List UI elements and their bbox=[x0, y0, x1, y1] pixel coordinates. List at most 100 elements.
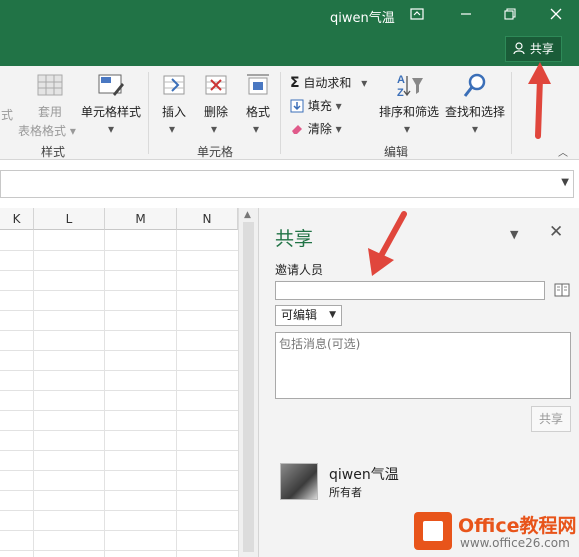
cell-styles-button[interactable]: 单元格样式 bbox=[80, 72, 142, 120]
magnifier-icon bbox=[463, 73, 486, 97]
delete-dropdown-icon: ▾ bbox=[211, 122, 218, 136]
grid-line bbox=[0, 330, 238, 331]
insert-cells-icon bbox=[163, 75, 185, 95]
chevron-down-icon: ▼ bbox=[329, 310, 336, 320]
eraser-icon bbox=[292, 125, 302, 134]
message-textarea[interactable]: 包括消息(可选) bbox=[275, 332, 571, 399]
sort-filter-button[interactable]: AZ 排序和筛选 bbox=[376, 72, 442, 120]
worksheet-grid[interactable]: K L M N ▲ bbox=[0, 208, 258, 557]
person-add-icon bbox=[513, 42, 525, 55]
ribbon-display-icon[interactable] bbox=[406, 6, 428, 26]
permission-select[interactable]: 可编辑 ▼ bbox=[275, 305, 342, 326]
owner-role: 所有者 bbox=[329, 486, 362, 499]
cell-styles-label: 单元格样式 bbox=[80, 105, 141, 119]
format-as-table-label-2: 表格格式 ▾ bbox=[18, 124, 76, 138]
format-as-table-button[interactable]: 套用 bbox=[28, 72, 72, 120]
share-pane-title: 共享 bbox=[275, 228, 314, 250]
expand-formula-bar-icon[interactable]: ▼ bbox=[561, 177, 569, 188]
sort-filter-dropdown-icon: ▾ bbox=[404, 122, 411, 136]
grid-line bbox=[0, 490, 238, 491]
column-header-n[interactable]: N bbox=[177, 208, 238, 230]
annotation-arrow-up-icon bbox=[528, 62, 551, 139]
cell-styles-dropdown-icon: ▾ bbox=[108, 122, 115, 136]
grid-line bbox=[0, 270, 238, 271]
scrollbar-thumb[interactable] bbox=[243, 222, 254, 552]
grid-line bbox=[33, 230, 34, 557]
fill-down-icon bbox=[290, 99, 304, 113]
watermark-url: www.office26.com bbox=[460, 536, 570, 550]
grid-line bbox=[0, 370, 238, 371]
column-header-l[interactable]: L bbox=[34, 208, 105, 230]
pane-options-icon[interactable]: ▼ bbox=[510, 228, 518, 241]
fill-label: 填充 bbox=[307, 99, 332, 113]
find-select-button[interactable]: 查找和选择 bbox=[442, 72, 508, 120]
share-submit-button[interactable]: 共享 bbox=[531, 406, 571, 432]
fill-button[interactable]: 填充 ▾ bbox=[290, 97, 342, 114]
sigma-icon: Σ bbox=[290, 75, 300, 91]
grid-line bbox=[0, 410, 238, 411]
grid-line bbox=[176, 230, 177, 557]
collapse-ribbon-icon[interactable]: ︿ bbox=[558, 144, 568, 159]
autosum-button[interactable]: Σ 自动求和 ▾ bbox=[290, 74, 367, 91]
scroll-up-icon[interactable]: ▲ bbox=[244, 210, 251, 220]
cell-styles-icon bbox=[98, 74, 124, 96]
fill-dropdown-icon: ▾ bbox=[335, 99, 342, 113]
insert-label: 插入 bbox=[161, 105, 186, 119]
conditional-format-button[interactable]: 式 bbox=[0, 106, 14, 123]
invite-people-input[interactable] bbox=[275, 281, 545, 300]
format-as-table-label-1: 套用 bbox=[37, 105, 62, 119]
sort-filter-label: 排序和筛选 bbox=[378, 105, 439, 119]
ribbon-separator bbox=[148, 72, 149, 154]
grid-line bbox=[0, 350, 238, 351]
autosum-dropdown-icon: ▾ bbox=[361, 76, 368, 90]
grid-line bbox=[0, 450, 238, 451]
grid-line bbox=[0, 470, 238, 471]
pane-close-icon[interactable]: ✕ bbox=[549, 222, 563, 242]
office-logo-icon bbox=[414, 512, 452, 550]
account-name[interactable]: qiwen气温 bbox=[330, 7, 395, 26]
grid-line bbox=[0, 250, 238, 251]
svg-text:A: A bbox=[397, 74, 405, 86]
watermark-logo: Office教程网 www.office26.com bbox=[414, 506, 579, 557]
title-bar: qiwen气温 共享 bbox=[0, 0, 579, 66]
clear-dropdown-icon: ▾ bbox=[335, 122, 342, 136]
ribbon: 式 套用 表格格式 ▾ 单元格样式 ▾ 样式 插入 ▾ 删除 ▾ 格式 ▾ 单元… bbox=[0, 66, 579, 160]
grid-line bbox=[0, 530, 238, 531]
find-select-dropdown-icon: ▾ bbox=[472, 122, 479, 136]
ribbon-separator bbox=[511, 72, 512, 154]
restore-icon[interactable] bbox=[499, 6, 521, 26]
formula-bar[interactable]: ▼ bbox=[0, 170, 574, 198]
minimize-icon[interactable] bbox=[455, 6, 477, 26]
invite-people-label: 邀请人员 bbox=[275, 263, 324, 277]
vertical-scrollbar[interactable]: ▲ bbox=[238, 208, 258, 557]
grid-line bbox=[0, 550, 238, 551]
delete-button[interactable]: 删除 bbox=[196, 72, 236, 120]
autosum-label: 自动求和 bbox=[303, 76, 352, 90]
share-pane: 共享 ▼ ✕ 邀请人员 可编辑 ▼ 包括消息(可选) 共享 qiwen气温 所有… bbox=[258, 208, 579, 557]
delete-label: 删除 bbox=[203, 105, 228, 119]
share-button-label: 共享 bbox=[529, 42, 554, 56]
find-select-label: 查找和选择 bbox=[444, 105, 505, 119]
format-label: 格式 bbox=[245, 105, 270, 119]
format-button[interactable]: 格式 bbox=[238, 72, 278, 120]
format-cells-icon bbox=[247, 74, 269, 95]
grid-line bbox=[0, 310, 238, 311]
grid-line bbox=[0, 430, 238, 431]
column-header-k[interactable]: K bbox=[0, 208, 34, 230]
grid-line bbox=[0, 290, 238, 291]
table-format-icon bbox=[37, 74, 63, 96]
close-icon[interactable] bbox=[545, 6, 567, 26]
insert-button[interactable]: 插入 bbox=[154, 72, 194, 120]
annotation-arrow-down-icon bbox=[368, 211, 407, 276]
grid-line bbox=[0, 390, 238, 391]
column-header-m[interactable]: M bbox=[105, 208, 177, 230]
conditional-format-label: 式 bbox=[0, 108, 13, 122]
insert-dropdown-icon: ▾ bbox=[169, 122, 176, 136]
address-book-icon[interactable] bbox=[554, 283, 570, 297]
group-label-styles: 样式 bbox=[41, 145, 66, 159]
clear-button[interactable]: 清除 ▾ bbox=[290, 120, 342, 137]
owner-name: qiwen气温 bbox=[329, 467, 399, 483]
clear-label: 清除 bbox=[307, 122, 332, 136]
sort-filter-icon: AZ bbox=[397, 74, 423, 99]
permission-value: 可编辑 bbox=[281, 308, 318, 322]
